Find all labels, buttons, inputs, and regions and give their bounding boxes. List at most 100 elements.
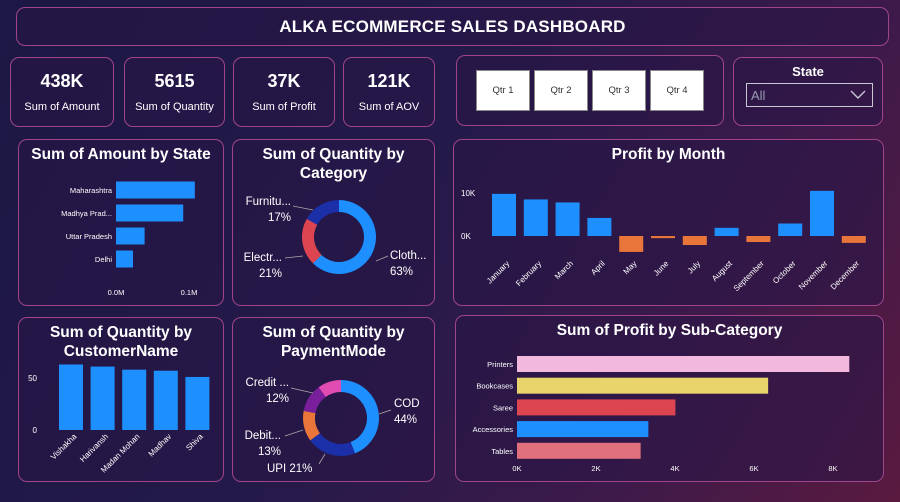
x-tick-label: 0.0M: [108, 288, 125, 297]
leader-line: [290, 387, 314, 394]
kpi-label: Sum of AOV: [358, 101, 420, 113]
qtr-4-button[interactable]: Qtr 4: [650, 70, 704, 111]
bar: [517, 356, 850, 372]
bar: [116, 250, 133, 268]
state-dropdown-value: All: [751, 87, 766, 103]
slice-percent: 12%: [266, 393, 289, 405]
quantity-by-category-chart: Cloth... 63% Electr... 21% Furnitu... 17%: [244, 196, 427, 280]
kpi-card-profit[interactable]: 37K Sum of Profit: [233, 57, 335, 127]
bar: [841, 236, 866, 243]
slice-label: Furnitu...: [246, 196, 291, 208]
qtr-1-button[interactable]: Qtr 1: [476, 70, 530, 111]
quantity-by-customer-card: Sum of Quantity by CustomerName 50 0 Visha…: [18, 317, 224, 482]
x-tick-label: May: [622, 259, 639, 276]
quantity-by-paymentmode-chart: COD 44% UPI 21% Debit... 13% Credit ... 12%: [245, 377, 420, 475]
quantity-by-category-card: Sum of Quantity by Category Cloth... 63% E…: [232, 139, 435, 306]
profit-by-subcategory-chart: Printers Bookcases Saree Accessories Tables 0…: [473, 356, 850, 473]
dashboard-title: ALKA ECOMMERCE SALES DASHBOARD: [279, 16, 626, 36]
bar: [555, 202, 580, 236]
y-tick-label: Delhi: [95, 255, 112, 264]
y-tick-label: 10K: [461, 189, 476, 198]
bar: [587, 217, 612, 236]
chevron-down-icon: [850, 90, 866, 99]
kpi-label: Sum of Quantity: [135, 101, 214, 113]
bar: [116, 204, 184, 222]
y-tick-label: Tables: [491, 447, 513, 456]
state-filter-label: State: [792, 64, 824, 79]
slice-label: Debit...: [245, 430, 281, 442]
bar: [619, 236, 644, 252]
bar: [714, 227, 739, 236]
kpi-label: Sum of Amount: [24, 101, 100, 113]
x-tick-label: February: [514, 259, 543, 288]
kpi-value: 121K: [367, 71, 411, 91]
amount-by-state-chart: Maharashtra Madhya Prad... Uttar Pradesh De…: [61, 181, 198, 297]
bar: [517, 421, 649, 438]
quantity-by-customer-chart: 500Vishakha HarivanshMadan Mohan Madhav Shi…: [28, 364, 210, 475]
bar: [517, 442, 641, 459]
slice-label: Electr...: [244, 252, 282, 264]
slice-label: Credit ...: [246, 377, 289, 389]
bar: [810, 190, 834, 236]
profit-by-month-card: Profit by Month 10K 0K January February Marc…: [453, 139, 884, 306]
state-filter: State All: [733, 57, 883, 126]
x-tick-label: 6K: [749, 464, 758, 473]
profit-by-month-chart: 10K 0K January February March April May June Jul…: [461, 189, 866, 293]
bar: [517, 399, 676, 416]
y-tick-label: 50: [28, 374, 37, 383]
x-tick-label: 0.1M: [181, 288, 198, 297]
bar: [116, 227, 145, 245]
kpi-label: Sum of Profit: [252, 101, 316, 113]
x-tick-label: December: [829, 259, 862, 292]
bar: [492, 193, 516, 236]
slice-percent: 17%: [268, 212, 291, 224]
x-tick-label: September: [732, 259, 766, 293]
slice-label: Cloth...: [390, 250, 426, 262]
x-tick-label: April: [589, 259, 607, 277]
bar: [59, 364, 83, 430]
x-tick-label: 4K: [670, 464, 679, 473]
x-tick-label: Shiva: [184, 432, 205, 453]
y-tick-label: Maharashtra: [70, 186, 113, 195]
bar: [116, 181, 195, 199]
quantity-by-paymentmode-card: Sum of Quantity by PaymentMode COD 44% UPI…: [232, 317, 435, 482]
slice-percent: 21%: [259, 268, 282, 280]
kpi-card-quantity[interactable]: 5615 Sum of Quantity: [124, 57, 225, 127]
x-tick-label: 8K: [828, 464, 837, 473]
state-dropdown[interactable]: All: [746, 83, 873, 107]
profit-by-subcategory-card: Sum of Profit by Sub-Category Printers Bo…: [455, 315, 884, 482]
x-tick-label: Madhav: [147, 432, 173, 458]
slice-label: COD: [394, 398, 420, 410]
bar: [778, 223, 803, 236]
donut-slice: [306, 200, 339, 225]
slice-percent: 63%: [390, 266, 413, 278]
slice-percent: 13%: [258, 446, 281, 458]
kpi-card-aov[interactable]: 121K Sum of AOV: [343, 57, 435, 127]
y-tick-label: Bookcases: [476, 382, 513, 391]
amount-by-state-card: Sum of Amount by State Maharashtra Madhya…: [18, 139, 224, 306]
leader-line: [284, 429, 304, 437]
kpi-card-amount[interactable]: 438K Sum of Amount: [10, 57, 114, 127]
y-tick-label: Uttar Pradesh: [66, 232, 112, 241]
x-tick-label: November: [797, 259, 830, 292]
y-tick-label: Accessories: [473, 425, 514, 434]
leader-line: [284, 255, 304, 259]
bar: [122, 369, 147, 430]
y-tick-label: Printers: [487, 360, 513, 369]
slice-label: UPI 21%: [267, 463, 312, 475]
bar: [651, 236, 675, 239]
x-tick-label: 2K: [591, 464, 600, 473]
qtr-3-button[interactable]: Qtr 3: [592, 70, 646, 111]
leader-line: [318, 453, 326, 465]
kpi-value: 37K: [267, 71, 301, 91]
bar: [517, 377, 769, 394]
leader-line: [292, 205, 314, 211]
y-tick-label: Saree: [493, 403, 513, 412]
slice-percent: 44%: [394, 414, 417, 426]
quarter-slicer: Qtr 1 Qtr 2 Qtr 3 Qtr 4: [456, 55, 724, 126]
bar: [90, 366, 115, 430]
dashboard-title-bar: ALKA ECOMMERCE SALES DASHBOARD: [16, 7, 889, 46]
qtr-2-button[interactable]: Qtr 2: [534, 70, 588, 111]
y-tick-label: 0K: [461, 232, 471, 241]
kpi-value: 438K: [40, 71, 84, 91]
